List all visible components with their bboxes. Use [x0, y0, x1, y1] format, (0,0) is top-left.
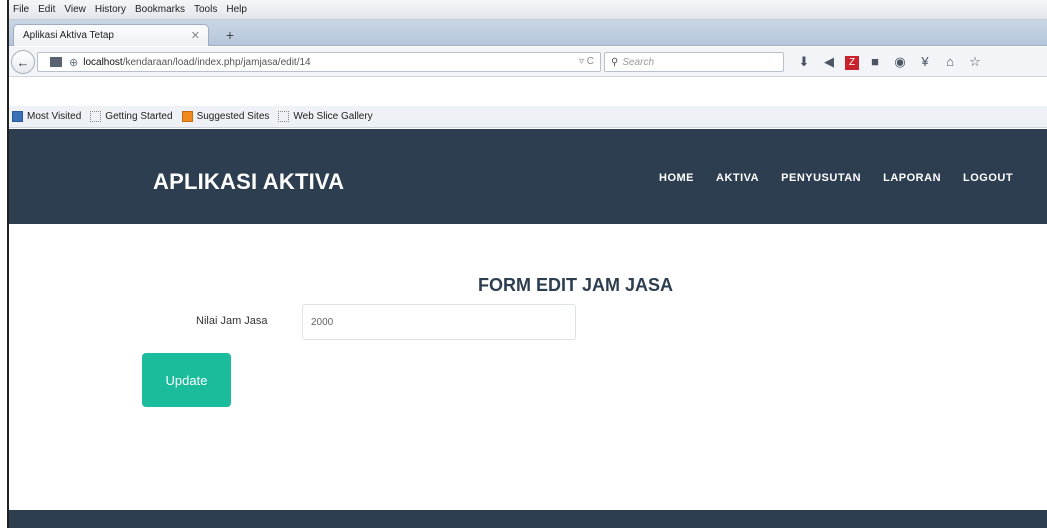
- chat-icon[interactable]: ◉: [891, 53, 909, 71]
- menu-help[interactable]: Help: [226, 4, 247, 15]
- nav-laporan[interactable]: LAPORAN: [883, 172, 941, 184]
- bookmark-most-visited[interactable]: Most Visited: [12, 111, 81, 122]
- menu-edit[interactable]: Edit: [38, 4, 55, 15]
- home-icon[interactable]: ⌂: [941, 53, 959, 71]
- nav-penyusutan[interactable]: PENYUSUTAN: [781, 172, 861, 184]
- folder-icon: [12, 111, 23, 122]
- suggested-sites-icon: [181, 111, 193, 122]
- bookmark-label: Suggested Sites: [196, 111, 270, 122]
- pocket-icon[interactable]: ■: [866, 53, 884, 71]
- nilai-jam-jasa-input[interactable]: [302, 304, 576, 340]
- send-icon[interactable]: ◀: [820, 53, 838, 71]
- menu-view[interactable]: View: [64, 4, 86, 15]
- translate-icon[interactable]: ¥: [916, 53, 934, 71]
- back-button[interactable]: ←: [11, 50, 35, 74]
- menu-tools[interactable]: Tools: [194, 4, 217, 15]
- menu-file[interactable]: File: [13, 4, 29, 15]
- tab-strip: Aplikasi Aktiva Tetap ✕ +: [9, 20, 1047, 46]
- bookmark-label: Most Visited: [27, 111, 82, 122]
- update-button[interactable]: Update: [142, 353, 231, 407]
- bookmark-label: Getting Started: [105, 111, 173, 122]
- nav-aktiva[interactable]: AKTIVA: [716, 172, 759, 184]
- url-text: localhost/kendaraan/load/index.php/jamja…: [83, 57, 310, 68]
- menu-history[interactable]: History: [95, 4, 126, 15]
- search-placeholder: Search: [622, 56, 655, 68]
- url-path: /kendaraan/load/index.php/jamjasa/edit/1…: [122, 56, 311, 68]
- tab-title: Aplikasi Aktiva Tetap: [23, 30, 114, 41]
- pdf-icon[interactable]: Z: [845, 56, 859, 70]
- site-brand[interactable]: APLIKASI AKTIVA: [153, 169, 344, 195]
- nav-logout[interactable]: LOGOUT: [963, 172, 1013, 184]
- bookmark-web-slice-gallery[interactable]: Web Slice Gallery: [278, 111, 373, 122]
- search-box[interactable]: ⚲ Search: [604, 52, 784, 72]
- globe-icon: ⊕: [69, 56, 79, 69]
- form-title: FORM EDIT JAM JASA: [478, 275, 674, 295]
- nilai-jam-jasa-label: Nilai Jam Jasa: [196, 315, 268, 327]
- url-host: localhost: [83, 56, 123, 68]
- menu-bookmarks[interactable]: Bookmarks: [135, 4, 185, 15]
- back-arrow-icon: ←: [16, 54, 30, 70]
- toolbar-icons: ⬇ ◀ Z ■ ◉ ¥ ⌂ ☆: [795, 53, 991, 71]
- main-nav: HOME AKTIVA PENYUSUTAN LAPORAN LOGOUT: [659, 172, 1035, 184]
- address-bar[interactable]: ⊕ localhost/kendaraan/load/index.php/jam…: [37, 52, 601, 72]
- site-footer: [9, 510, 1047, 528]
- bookmark-label: Web Slice Gallery: [293, 111, 373, 122]
- new-tab-icon[interactable]: +: [222, 27, 238, 43]
- bookmarks-bar: Most Visited Getting Started Suggested S…: [9, 106, 1047, 128]
- search-icon: ⚲: [611, 56, 619, 68]
- page-icon: [278, 111, 290, 122]
- star-icon[interactable]: ☆: [966, 53, 984, 71]
- site-header: APLIKASI AKTIVA HOME AKTIVA PENYUSUTAN L…: [9, 129, 1047, 224]
- bookmark-getting-started[interactable]: Getting Started: [90, 111, 173, 122]
- download-icon[interactable]: ⬇: [795, 53, 813, 71]
- page-icon: [90, 111, 102, 122]
- nav-home[interactable]: HOME: [659, 172, 694, 184]
- browser-tab[interactable]: Aplikasi Aktiva Tetap ✕: [13, 24, 209, 46]
- page-icon: [50, 57, 62, 67]
- menu-bar: File Edit View History Bookmarks Tools H…: [9, 0, 1047, 20]
- browser-window: File Edit View History Bookmarks Tools H…: [7, 0, 1047, 528]
- navigation-bar: ← ⊕ localhost/kendaraan/load/index.php/j…: [9, 47, 1047, 77]
- close-icon[interactable]: ✕: [191, 29, 200, 42]
- bookmark-suggested-sites[interactable]: Suggested Sites: [181, 111, 270, 122]
- reload-icon[interactable]: ▿ C: [579, 56, 594, 67]
